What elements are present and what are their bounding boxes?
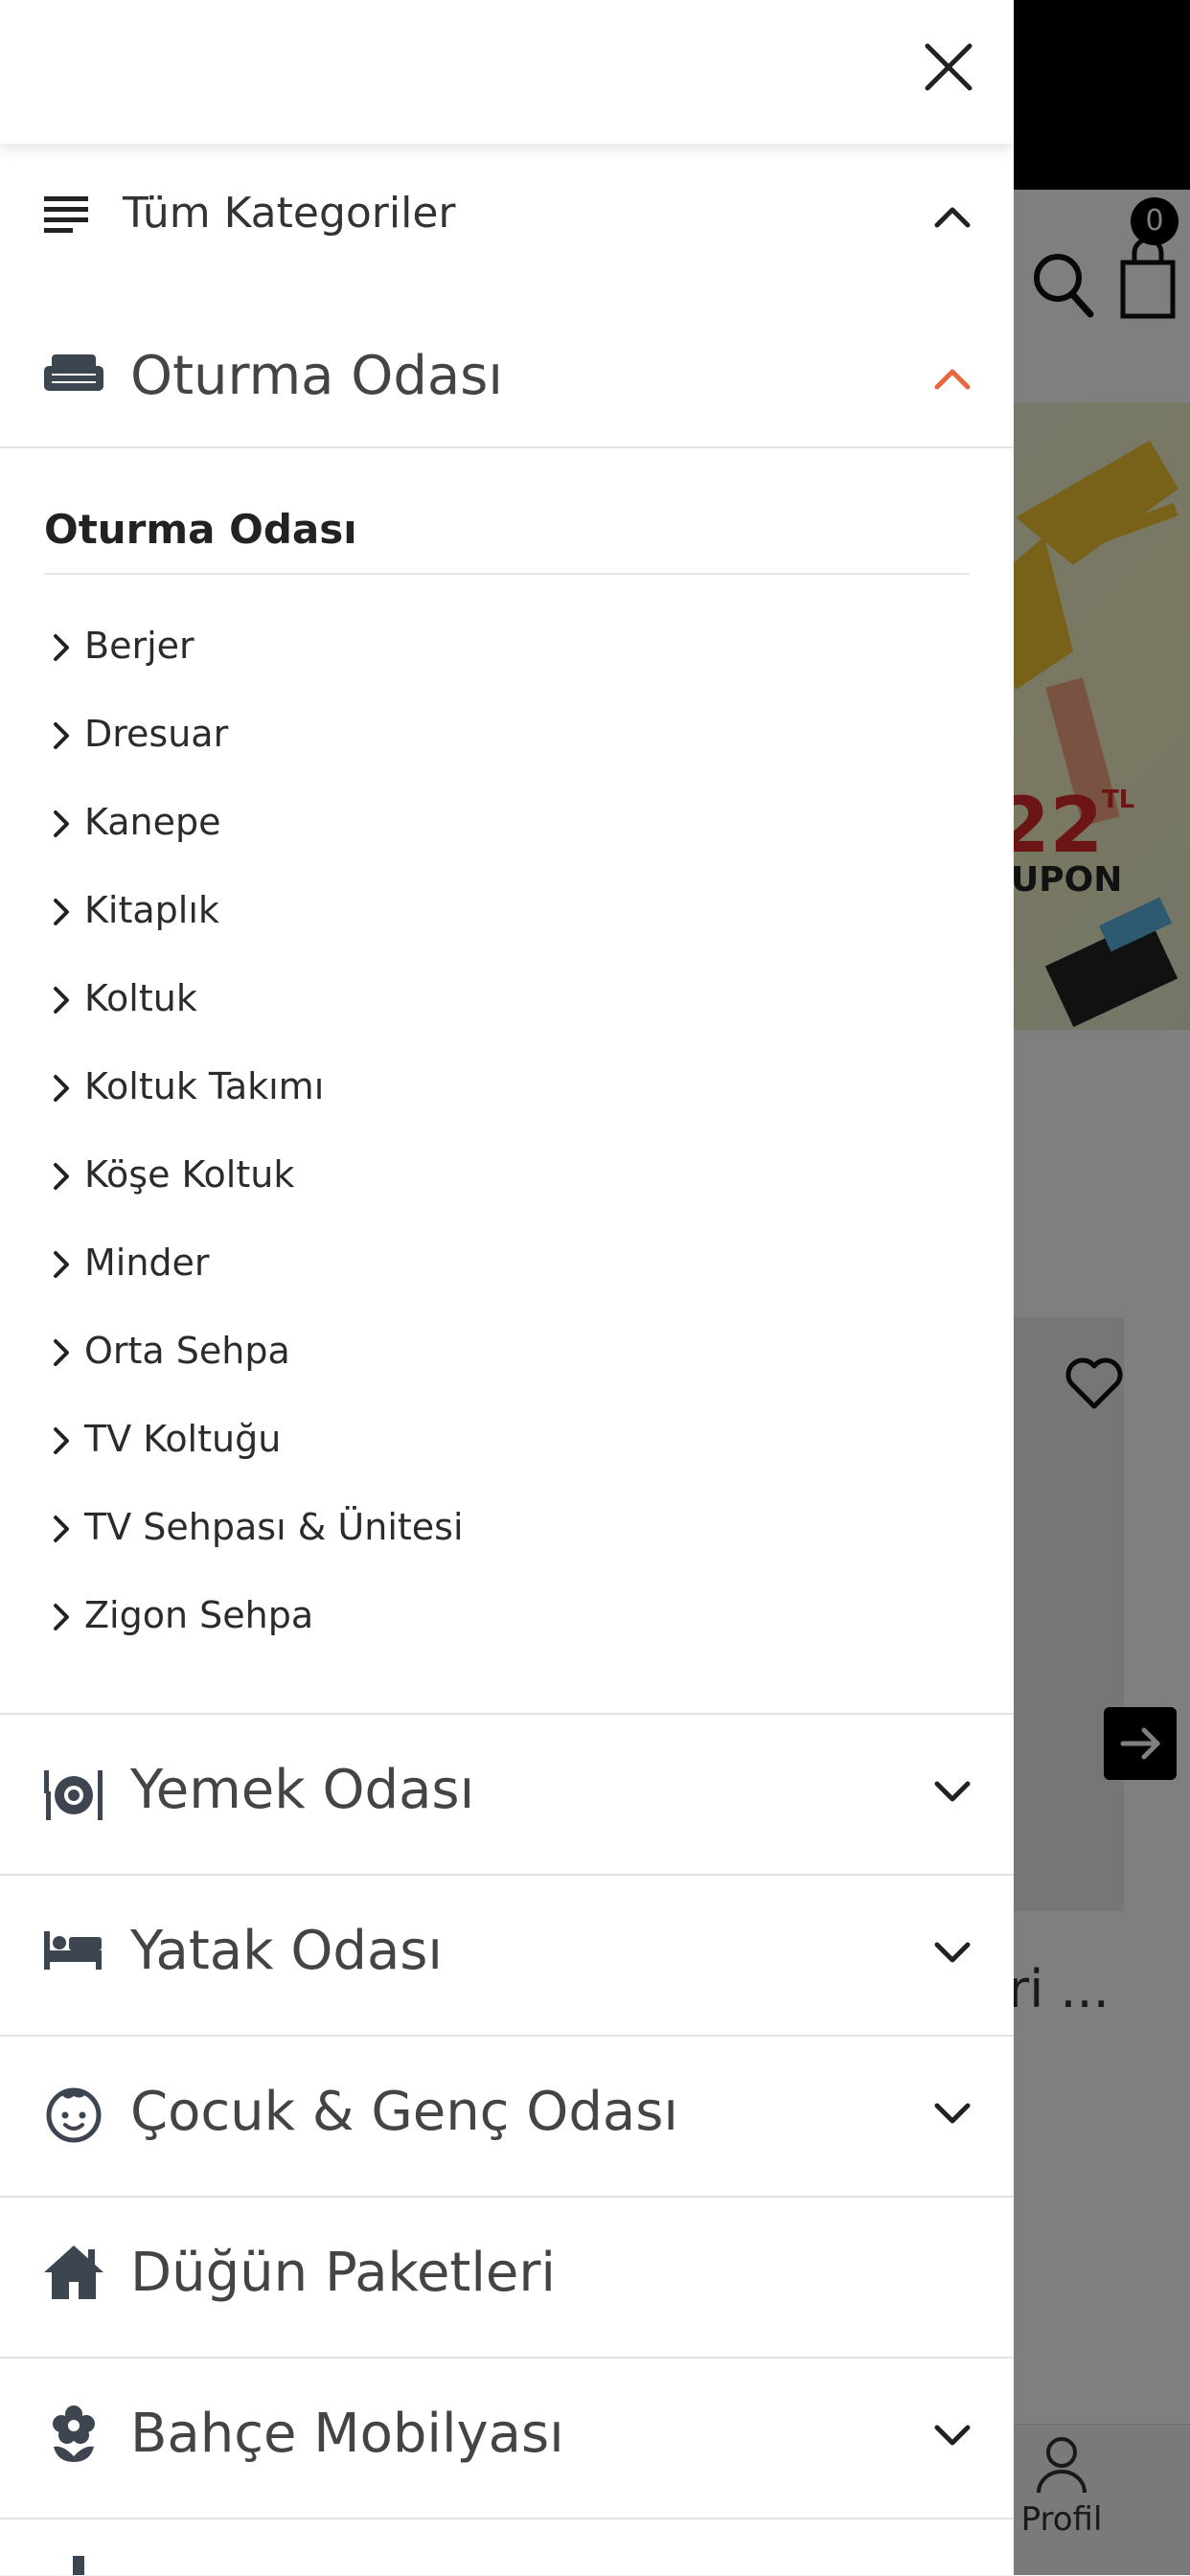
dining-icon xyxy=(44,1770,103,1820)
category-drawer: Tüm Kategoriler Oturma Odası Oturma Odas… xyxy=(0,0,1014,2575)
close-icon[interactable] xyxy=(918,36,979,98)
category-label: Çocuk & Genç Odası xyxy=(130,2081,678,2143)
chevron-right-icon xyxy=(54,1075,69,1102)
category-label: Oturma Odası xyxy=(130,345,503,407)
home-icon xyxy=(44,2245,103,2299)
all-categories-label: Tüm Kategoriler xyxy=(123,189,456,238)
submenu-item-label: Koltuk Takımı xyxy=(84,1065,325,1107)
submenu-item-kose-koltuk[interactable]: Köşe Koltuk xyxy=(50,1146,912,1213)
chevron-right-icon xyxy=(54,987,69,1014)
submenu-item-label: Koltuk xyxy=(84,977,197,1019)
chevron-right-icon xyxy=(54,722,69,749)
chevron-right-icon xyxy=(54,634,69,661)
sofa-icon xyxy=(44,354,103,391)
chevron-up-icon xyxy=(934,369,971,390)
submenu-item-koltuk[interactable]: Koltuk xyxy=(50,969,912,1037)
chevron-right-icon xyxy=(54,1251,69,1278)
chevron-right-icon xyxy=(54,810,69,837)
chevron-down-icon xyxy=(934,1781,971,1802)
chevron-down-icon xyxy=(934,2425,971,2446)
submenu-item-tv-sehpasi[interactable]: TV Sehpası & Ünitesi xyxy=(50,1498,912,1565)
category-dugun-paketleri[interactable]: Düğün Paketleri xyxy=(0,2198,1014,2359)
next-category-icon xyxy=(73,2556,84,2575)
category-label: Düğün Paketleri xyxy=(130,2242,556,2304)
chevron-down-icon xyxy=(934,1942,971,1963)
chevron-right-icon xyxy=(54,1339,69,1366)
submenu-title: Oturma Odası xyxy=(44,506,357,553)
submenu-item-label: Zigon Sehpa xyxy=(84,1594,314,1636)
flower-icon xyxy=(53,2405,95,2462)
submenu-item-label: TV Sehpası & Ünitesi xyxy=(84,1506,464,1548)
submenu-divider xyxy=(44,573,970,575)
submenu-item-kanepe[interactable]: Kanepe xyxy=(50,793,912,860)
category-label: Yemek Odası xyxy=(130,1759,475,1821)
category-cocuk-genc-odasi[interactable]: Çocuk & Genç Odası xyxy=(0,2037,1014,2198)
submenu-item-minder[interactable]: Minder xyxy=(50,1234,912,1301)
submenu-item-label: Kitaplık xyxy=(84,889,219,931)
category-label: Bahçe Mobilyası xyxy=(130,2403,564,2465)
chevron-down-icon xyxy=(934,2103,971,2124)
submenu-item-kitaplik[interactable]: Kitaplık xyxy=(50,881,912,948)
bed-icon xyxy=(44,1931,102,1970)
submenu-item-label: TV Koltuğu xyxy=(84,1418,282,1460)
all-categories-toggle[interactable]: Tüm Kategoriler xyxy=(0,168,1014,263)
submenu-item-label: Orta Sehpa xyxy=(84,1330,290,1372)
category-yemek-odasi[interactable]: Yemek Odası xyxy=(0,1715,1014,1876)
chevron-right-icon xyxy=(54,1427,69,1454)
submenu-item-orta-sehpa[interactable]: Orta Sehpa xyxy=(50,1322,912,1389)
submenu-item-zigon-sehpa[interactable]: Zigon Sehpa xyxy=(50,1586,912,1653)
submenu-item-label: Berjer xyxy=(84,625,195,667)
child-face-icon xyxy=(46,2087,102,2143)
chevron-right-icon xyxy=(54,1163,69,1190)
submenu-item-koltuk-takimi[interactable]: Koltuk Takımı xyxy=(50,1058,912,1125)
chevron-up-icon xyxy=(934,207,971,228)
chevron-right-icon xyxy=(54,1516,69,1542)
submenu-item-label: Kanepe xyxy=(84,801,221,843)
category-yatak-odasi[interactable]: Yatak Odası xyxy=(0,1876,1014,2037)
submenu-item-tv-koltugu[interactable]: TV Koltuğu xyxy=(50,1410,912,1477)
submenu-item-label: Minder xyxy=(84,1242,210,1284)
category-oturma-odasi[interactable]: Oturma Odası xyxy=(0,316,1014,448)
category-label: Yatak Odası xyxy=(130,1920,443,1982)
submenu-item-label: Köşe Koltuk xyxy=(84,1153,295,1196)
submenu-item-label: Dresuar xyxy=(84,713,229,755)
chevron-right-icon xyxy=(54,899,69,925)
drawer-header xyxy=(0,0,1014,144)
menu-lines-icon xyxy=(44,196,88,233)
submenu-item-dresuar[interactable]: Dresuar xyxy=(50,705,912,772)
submenu-item-berjer[interactable]: Berjer xyxy=(50,617,912,684)
chevron-right-icon xyxy=(54,1604,69,1630)
category-bahce-mobilyasi[interactable]: Bahçe Mobilyası xyxy=(0,2359,1014,2519)
